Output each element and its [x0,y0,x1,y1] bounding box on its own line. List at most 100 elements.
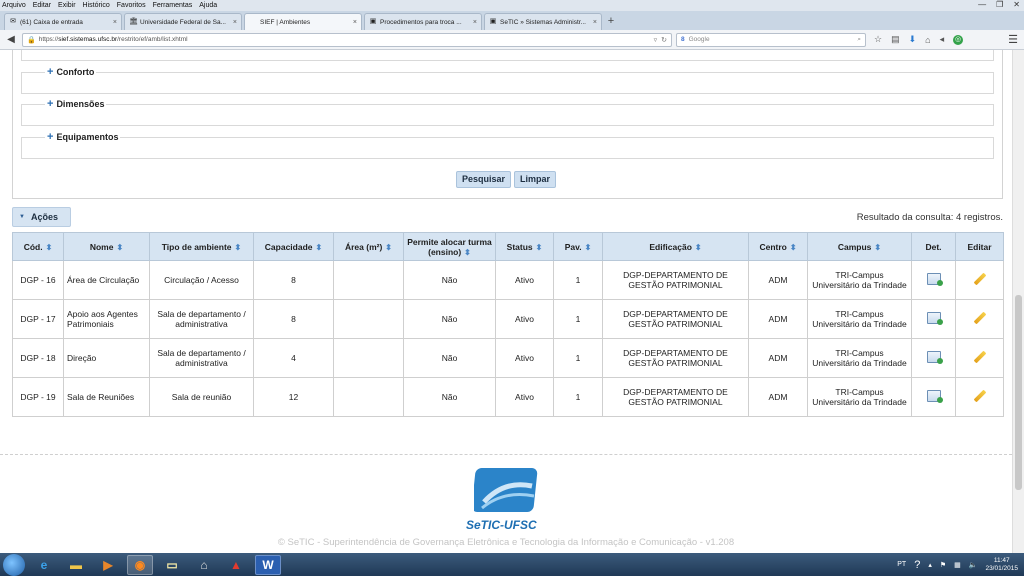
cell-status: Ativo [495,377,554,417]
tab-title: Universidade Federal de Sa... [140,18,226,26]
column-header[interactable]: Pav. ⬍ [553,232,603,261]
firefox-icon[interactable]: ◉ [127,554,153,575]
page-icon [249,18,257,26]
folder-icon[interactable]: ▬ [63,555,89,575]
dropdown-arrow-icon[interactable]: ▿ [654,36,658,44]
search-bar[interactable]: 8 Google ⌕ [676,32,866,47]
search-button[interactable]: Pesquisar [456,171,512,188]
pocket-icon[interactable]: ◂ [940,34,945,45]
details-icon[interactable] [926,273,943,286]
sort-icon[interactable]: ⬍ [46,243,53,252]
column-header[interactable]: Capacidade ⬍ [253,232,334,261]
toggle-conforto[interactable]: + Conforto [45,66,97,78]
table-row: DGP - 17 Apoio aos Agentes Patrimoniais Sa… [12,299,1004,339]
close-icon[interactable]: ✕ [1013,0,1020,9]
toggle-equipamentos[interactable]: + Equipamentos [45,131,121,143]
new-tab-button[interactable]: + [604,13,618,30]
edit-pencil-icon[interactable] [973,312,986,325]
notes-icon[interactable]: ▭ [159,555,185,575]
edit-pencil-icon[interactable] [973,273,986,286]
tray-arrow-icon[interactable]: ▴ [928,561,932,569]
download-icon[interactable]: ⬇ [909,34,917,45]
media-player-icon[interactable]: ▶ [95,555,121,575]
volume-icon[interactable]: 🔈 [969,561,978,569]
flag-icon[interactable]: ⚑ [940,561,946,569]
cell-permite: Não [403,377,496,417]
scrollbar-thumb[interactable] [1015,295,1022,490]
language-indicator[interactable]: PT [897,561,906,568]
column-header[interactable]: Tipo de ambiente ⬍ [149,232,254,261]
sort-icon[interactable]: ⬍ [235,243,242,252]
browser-tab[interactable]: ▣ Procedimentos para troca ... × [364,13,482,30]
footer-separator [0,454,1012,455]
close-tab-icon[interactable]: × [113,19,117,26]
column-header[interactable]: Edificação ⬍ [602,232,749,261]
browser-tab[interactable]: SIEF | Ambientes × [244,13,362,30]
sort-icon[interactable]: ⬍ [316,243,323,252]
column-header[interactable]: Status ⬍ [495,232,554,261]
vertical-scrollbar[interactable] [1012,50,1024,553]
close-tab-icon[interactable]: × [473,19,477,26]
sort-icon[interactable]: ⬍ [585,243,592,252]
menu-item-editar[interactable]: Editar [33,2,51,9]
column-header[interactable]: Campus ⬍ [807,232,912,261]
menu-item-exibir[interactable]: Exibir [58,2,76,9]
close-tab-icon[interactable]: × [353,19,357,26]
close-tab-icon[interactable]: × [233,19,237,26]
sort-icon[interactable]: ⬍ [464,248,471,257]
sort-icon[interactable]: ⬍ [385,243,392,252]
home-icon[interactable]: ⌂ [925,35,930,45]
word-icon[interactable]: W [255,554,281,575]
clock[interactable]: 11:47 23/01/2015 [985,557,1018,573]
cell-area [333,377,404,417]
network-icon[interactable]: ▦ [954,561,961,569]
sort-icon[interactable]: ⬍ [695,243,702,252]
sort-icon[interactable]: ⬍ [874,243,881,252]
pdf-reader-icon[interactable]: ▲ [223,555,249,575]
clear-button[interactable]: Limpar [514,171,557,188]
close-tab-icon[interactable]: × [593,19,597,26]
addon-icon[interactable]: ◎ [953,34,964,45]
column-header[interactable]: Nome ⬍ [63,232,150,261]
edit-pencil-icon[interactable] [973,390,986,403]
bookmark-star-icon[interactable]: ☆ [874,34,882,45]
column-header[interactable]: Cód. ⬍ [12,232,64,261]
ie-icon[interactable]: e [31,555,57,575]
reload-icon[interactable]: ↻ [661,36,667,44]
details-icon[interactable] [926,351,943,364]
menu-item-arquivo[interactable]: Arquivo [2,2,26,9]
cell-centro: ADM [748,299,808,339]
sort-icon[interactable]: ⬍ [790,243,797,252]
hamburger-menu-icon[interactable]: ☰ [1008,33,1018,46]
column-header[interactable]: Permite alocar turma (ensino) ⬍ [403,232,496,261]
minimize-icon[interactable]: — [978,0,986,9]
menu-item-ajuda[interactable]: Ajuda [199,2,217,9]
maximize-icon[interactable]: ❐ [996,0,1003,9]
search-icon[interactable]: ⌕ [857,36,861,44]
back-arrow-icon[interactable]: ◀ [4,33,18,47]
edit-pencil-icon[interactable] [973,351,986,364]
details-icon[interactable] [926,312,943,325]
url-bar[interactable]: 🔒 https://sief.sistemas.ufsc.br/restrito… [22,32,672,47]
menu-item-ferramentas[interactable]: Ferramentas [153,2,193,9]
actions-button[interactable]: ▼ Ações [12,207,71,227]
reading-list-icon[interactable]: ▤ [891,34,900,45]
details-icon[interactable] [926,390,943,403]
toggle-dimensoes[interactable]: + Dimensões [45,98,107,110]
group-label-dimensoes: Dimensões [56,99,105,109]
menu-item-historico[interactable]: Histórico [83,2,110,9]
sort-icon[interactable]: ⬍ [536,243,543,252]
cell-permite: Não [403,299,496,339]
start-button[interactable] [3,553,25,576]
column-header[interactable]: Centro ⬍ [748,232,808,261]
help-icon[interactable]: ? [914,559,920,571]
sort-icon[interactable]: ⬍ [116,243,123,252]
browser-tab[interactable]: 🏛 Universidade Federal de Sa... × [124,13,242,30]
browser-tab[interactable]: ▣ SeTIC » Sistemas Administr... × [484,13,602,30]
column-header[interactable]: Área (m²) ⬍ [333,232,404,261]
browser-tab[interactable]: ✉ (61) Caixa de entrada × [4,13,122,30]
menu-item-favoritos[interactable]: Favoritos [117,2,146,9]
network-app-icon[interactable]: ⌂ [191,555,217,575]
fieldset-dimensoes [21,104,994,126]
cell-status: Ativo [495,338,554,378]
